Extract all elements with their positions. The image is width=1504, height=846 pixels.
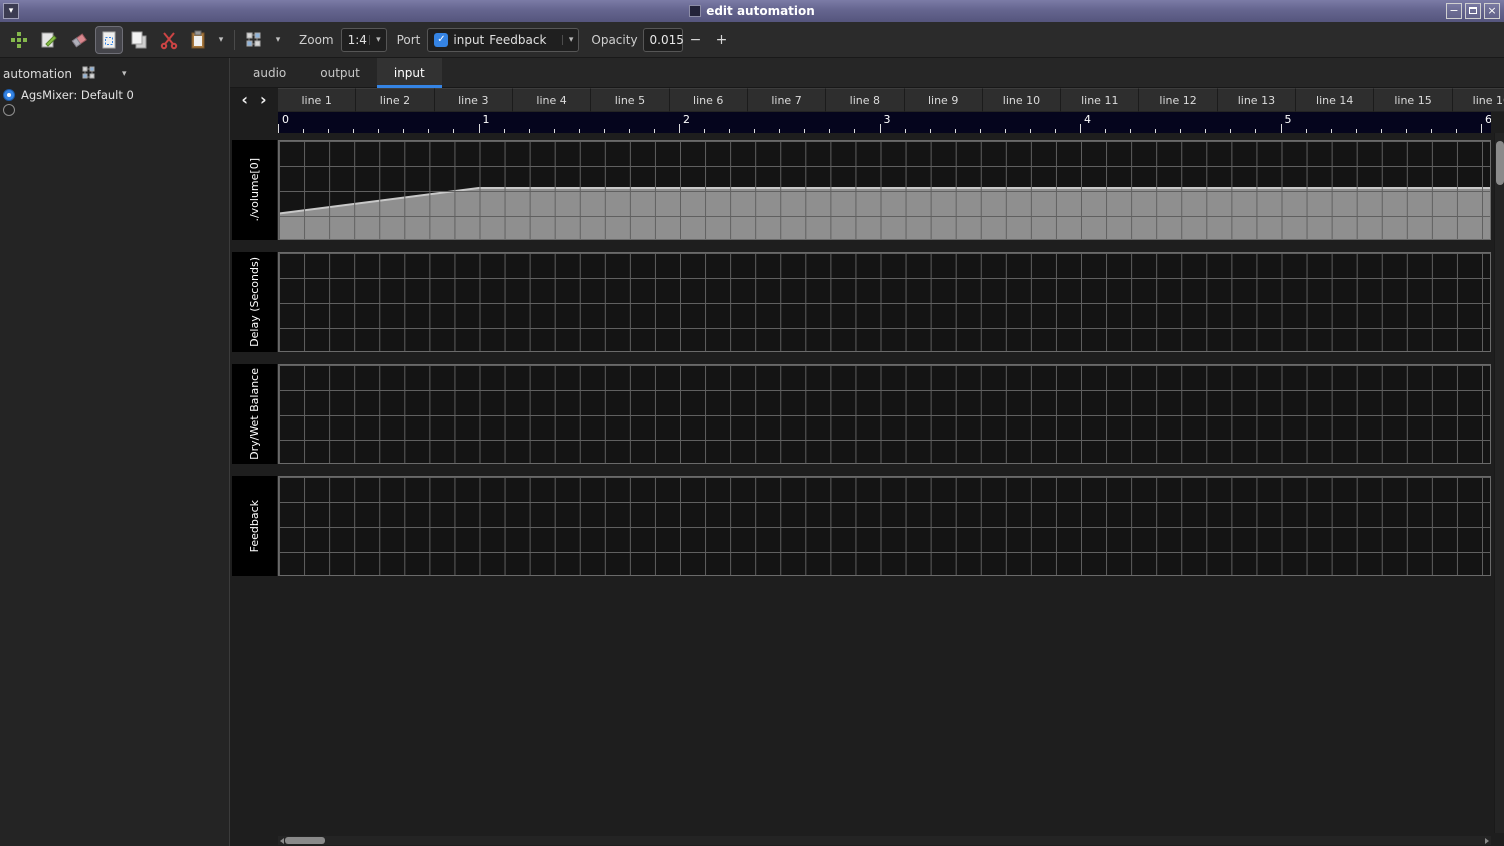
vertical-scrollbar[interactable] [1494, 133, 1504, 833]
zoom-value: 1:4 [348, 33, 367, 47]
position-tool-button[interactable] [6, 27, 32, 53]
automation-editor: audiooutputinput ‹ › line 1line 2line 3l… [230, 58, 1504, 846]
eraser-icon [69, 30, 89, 50]
edit-automation-window: ▾ edit automation − × [0, 0, 1504, 846]
copy-icon [129, 30, 149, 50]
close-button[interactable]: × [1484, 3, 1500, 19]
paste-button[interactable] [186, 27, 212, 53]
select-tool-button[interactable] [96, 27, 122, 53]
toolbar: ▾ ▾ Zoom 1:4 ▾ Port ✓ input Feedba [0, 22, 1504, 58]
automation-label: automation [3, 67, 72, 81]
scroll-left-icon[interactable] [280, 838, 284, 844]
opacity-value: 0.015 [650, 33, 684, 47]
opacity-increase-button[interactable]: + [709, 28, 735, 52]
port-value: Feedback [489, 33, 546, 47]
tool-grid-icon [246, 32, 266, 48]
chevron-down-icon: ▾ [276, 35, 281, 45]
selection-icon [99, 30, 119, 50]
machine-item-1[interactable] [0, 103, 229, 117]
automation-grid-icon[interactable] [82, 66, 100, 81]
tool-dropdown-button[interactable]: ▾ [271, 27, 285, 53]
check-icon: ✓ [437, 34, 445, 45]
vertical-scrollbar-thumb[interactable] [1496, 141, 1504, 185]
lane-label-text: Dry/Wet Balance [248, 368, 261, 460]
port-select[interactable]: ✓ input Feedback ▾ [427, 28, 579, 52]
lane-label: ./volume[0] [232, 140, 277, 240]
zoom-label: Zoom [299, 33, 334, 47]
machine-item-0[interactable]: AgsMixer: Default 0 [0, 87, 229, 103]
automation-lane-grid-2[interactable] [278, 252, 1491, 352]
minimize-button[interactable]: − [1446, 3, 1462, 19]
opacity-decrease-button[interactable]: − [683, 28, 709, 52]
automation-lane-grid-1[interactable] [278, 140, 1491, 240]
port-label: Port [397, 33, 421, 47]
automation-header: automation ▾ [0, 58, 229, 87]
clear-tool-button[interactable] [66, 27, 92, 53]
chevron-down-icon[interactable]: ▾ [122, 69, 127, 79]
titlebar: ▾ edit automation − × [0, 0, 1504, 22]
port-scope-label: input [453, 33, 484, 47]
opacity-input[interactable]: 0.015 [643, 28, 683, 52]
app-icon [689, 5, 701, 17]
edit-tool-button[interactable] [36, 27, 62, 53]
chevron-down-icon: ▾ [219, 35, 224, 45]
zoom-select[interactable]: 1:4 ▾ [341, 28, 387, 52]
toolbar-separator [234, 30, 235, 50]
maximize-icon [1469, 7, 1477, 14]
automation-lane-grid-4[interactable] [278, 476, 1491, 576]
position-cursor-icon [9, 30, 29, 50]
tool-popup-button[interactable] [243, 27, 269, 53]
cut-button[interactable] [156, 27, 182, 53]
scroll-right-icon[interactable] [1485, 838, 1489, 844]
lane-label-text: Feedback [248, 500, 261, 552]
paste-icon [189, 30, 209, 50]
copy-button[interactable] [126, 27, 152, 53]
machine-list: AgsMixer: Default 0 [0, 87, 229, 117]
lane-label: Dry/Wet Balance [232, 364, 277, 464]
machine-label: AgsMixer: Default 0 [21, 88, 134, 102]
automation-lane-grid-3[interactable] [278, 364, 1491, 464]
window-controls: − × [1446, 3, 1500, 19]
lane-label: Feedback [232, 476, 277, 576]
radio-unselected-icon[interactable] [3, 104, 15, 116]
lane-label: Delay (Seconds) [232, 252, 277, 352]
horizontal-scrollbar[interactable] [278, 836, 1491, 845]
machine-sidebar: automation ▾ AgsMixer: Default 0 [0, 58, 230, 846]
lane-label-text: ./volume[0] [248, 158, 261, 222]
minimize-icon: − [1449, 4, 1458, 17]
close-icon: × [1487, 4, 1496, 17]
automation-lanes: ./volume[0] Delay (Seconds) Dry/Wet Balanc… [230, 58, 1504, 846]
window-title-area: edit automation [0, 0, 1504, 22]
window-title: edit automation [706, 4, 815, 18]
chevron-down-icon: ▾ [562, 35, 574, 45]
paste-dropdown-button[interactable]: ▾ [214, 27, 228, 53]
pencil-icon [39, 30, 59, 50]
radio-selected-icon[interactable] [3, 89, 15, 101]
horizontal-scrollbar-thumb[interactable] [285, 837, 325, 844]
automation-curve [279, 141, 1490, 239]
lane-label-text: Delay (Seconds) [248, 257, 261, 347]
chevron-down-icon: ▾ [369, 35, 381, 45]
scissors-icon [159, 30, 179, 50]
port-checkbox[interactable]: ✓ [434, 33, 448, 47]
opacity-label: Opacity [591, 33, 637, 47]
maximize-button[interactable] [1465, 3, 1481, 19]
